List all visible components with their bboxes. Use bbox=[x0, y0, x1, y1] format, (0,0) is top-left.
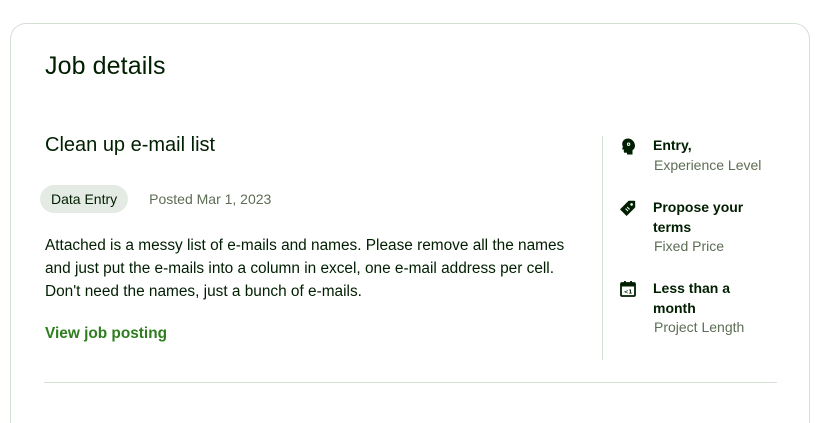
svg-text:<1: <1 bbox=[624, 290, 633, 296]
section-heading: Job details bbox=[45, 52, 166, 80]
feature-label: Project Length bbox=[654, 319, 745, 335]
calendar-icon: <1 bbox=[619, 280, 637, 298]
feature-label: Experience Level bbox=[654, 156, 762, 173]
feature-experience-level: Entry, Experience Level bbox=[619, 136, 771, 175]
feature-fixed-price: Propose your terms Fixed Price bbox=[619, 198, 771, 257]
vertical-divider bbox=[602, 136, 603, 360]
bottom-divider bbox=[44, 382, 777, 383]
price-tag-icon bbox=[619, 199, 637, 217]
feature-label: Fixed Price bbox=[654, 238, 725, 254]
brain-icon bbox=[619, 137, 637, 155]
job-description: Attached is a messy list of e-mails and … bbox=[45, 237, 565, 300]
feature-value: Entry, bbox=[653, 137, 692, 153]
job-meta-row: Data Entry Posted Mar 1, 2023 bbox=[40, 185, 271, 213]
category-tag[interactable]: Data Entry bbox=[40, 185, 129, 213]
job-details-card: Job details Clean up e-mail list Data En… bbox=[10, 23, 810, 423]
feature-project-length: <1 Less than a month Project Length bbox=[619, 279, 771, 338]
posted-date: Posted Mar 1, 2023 bbox=[149, 191, 272, 207]
view-job-posting-link[interactable]: View job posting bbox=[45, 325, 167, 343]
feature-value: Propose your terms bbox=[653, 199, 744, 235]
job-title: Clean up e-mail list bbox=[45, 134, 216, 156]
feature-value: Less than a month bbox=[653, 280, 731, 316]
